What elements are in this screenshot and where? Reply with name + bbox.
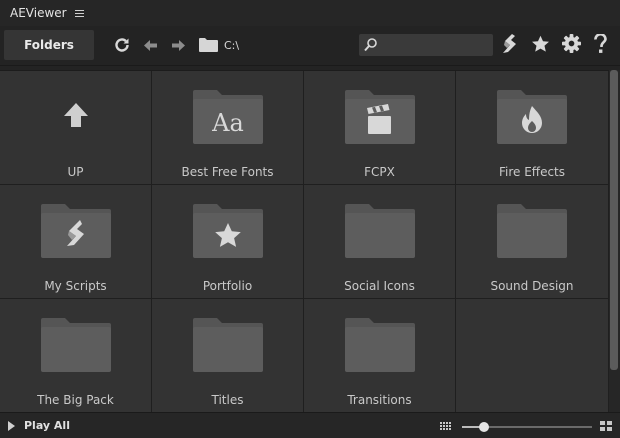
folder-icon [496, 203, 568, 259]
back-arrow-icon[interactable] [144, 40, 157, 51]
folder-icon [40, 317, 112, 373]
folder-label: Fire Effects [498, 165, 566, 179]
large-thumbnails-icon[interactable] [600, 421, 612, 431]
app-title: AEViewer [10, 6, 67, 20]
folder-tile[interactable]: FCPX [304, 71, 456, 185]
folder-label: UP [67, 165, 84, 179]
forward-arrow-icon[interactable] [172, 40, 185, 51]
toolbar: Folders C:\ [0, 26, 620, 66]
footer-bar: Play All [0, 412, 620, 438]
folders-button[interactable]: Folders [4, 30, 94, 60]
font-aa-icon: Aa [192, 89, 264, 145]
folder-tile[interactable]: Fire Effects [456, 71, 609, 185]
search-icon [364, 37, 377, 56]
folder-label: Transitions [347, 393, 412, 407]
refresh-icon[interactable] [113, 36, 131, 54]
up-arrow-icon [40, 89, 112, 145]
folder-tile[interactable]: Titles [152, 299, 304, 412]
folder-tile[interactable]: Aa Best Free Fonts [152, 71, 304, 185]
script-icon [40, 203, 112, 259]
folder-icon [199, 37, 218, 52]
folder-tile[interactable]: The Big Pack [0, 299, 152, 412]
folder-icon [192, 317, 264, 373]
hamburger-menu-icon[interactable] [74, 9, 84, 17]
folder-label: Titles [211, 393, 244, 407]
search-input[interactable] [379, 36, 489, 54]
folder-tile[interactable]: Portfolio [152, 185, 304, 299]
star-icon[interactable] [531, 35, 550, 53]
empty-grid-cell [456, 299, 609, 412]
gear-icon[interactable] [562, 34, 581, 53]
folder-tile[interactable]: My Scripts [0, 185, 152, 299]
title-bar: AEViewer [0, 0, 620, 26]
folder-label: My Scripts [44, 279, 107, 293]
folder-label: FCPX [364, 165, 395, 179]
folder-tile[interactable]: Social Icons [304, 185, 456, 299]
flame-icon [496, 89, 568, 145]
folder-tile[interactable]: UP [0, 71, 152, 185]
zoom-slider-handle[interactable] [479, 422, 490, 432]
zoom-slider[interactable] [462, 422, 592, 432]
help-icon[interactable] [594, 34, 607, 54]
folder-label: The Big Pack [37, 393, 114, 407]
search-box[interactable] [359, 34, 493, 56]
folder-grid: UP Aa Best Free Fonts FCPX Fire Effects … [0, 70, 609, 412]
folder-label: Portfolio [202, 279, 253, 293]
play-all-label: Play All [24, 419, 70, 432]
folder-label: Sound Design [490, 279, 574, 293]
current-path: C:\ [224, 39, 240, 52]
star-icon [192, 203, 264, 259]
folder-tile[interactable]: Transitions [304, 299, 456, 412]
scrollbar[interactable] [609, 70, 620, 412]
play-all-button[interactable]: Play All [8, 419, 70, 432]
folder-icon [344, 317, 416, 373]
folder-label: Social Icons [344, 279, 415, 293]
folder-label: Best Free Fonts [181, 165, 274, 179]
script-icon[interactable] [500, 33, 518, 57]
scrollbar-thumb[interactable] [610, 70, 618, 370]
svg-text:Aa: Aa [211, 109, 244, 137]
play-icon [8, 420, 15, 431]
clapperboard-icon [344, 89, 416, 145]
small-thumbnails-icon[interactable] [440, 422, 452, 431]
folder-tile[interactable]: Sound Design [456, 185, 609, 299]
folder-icon [344, 203, 416, 259]
